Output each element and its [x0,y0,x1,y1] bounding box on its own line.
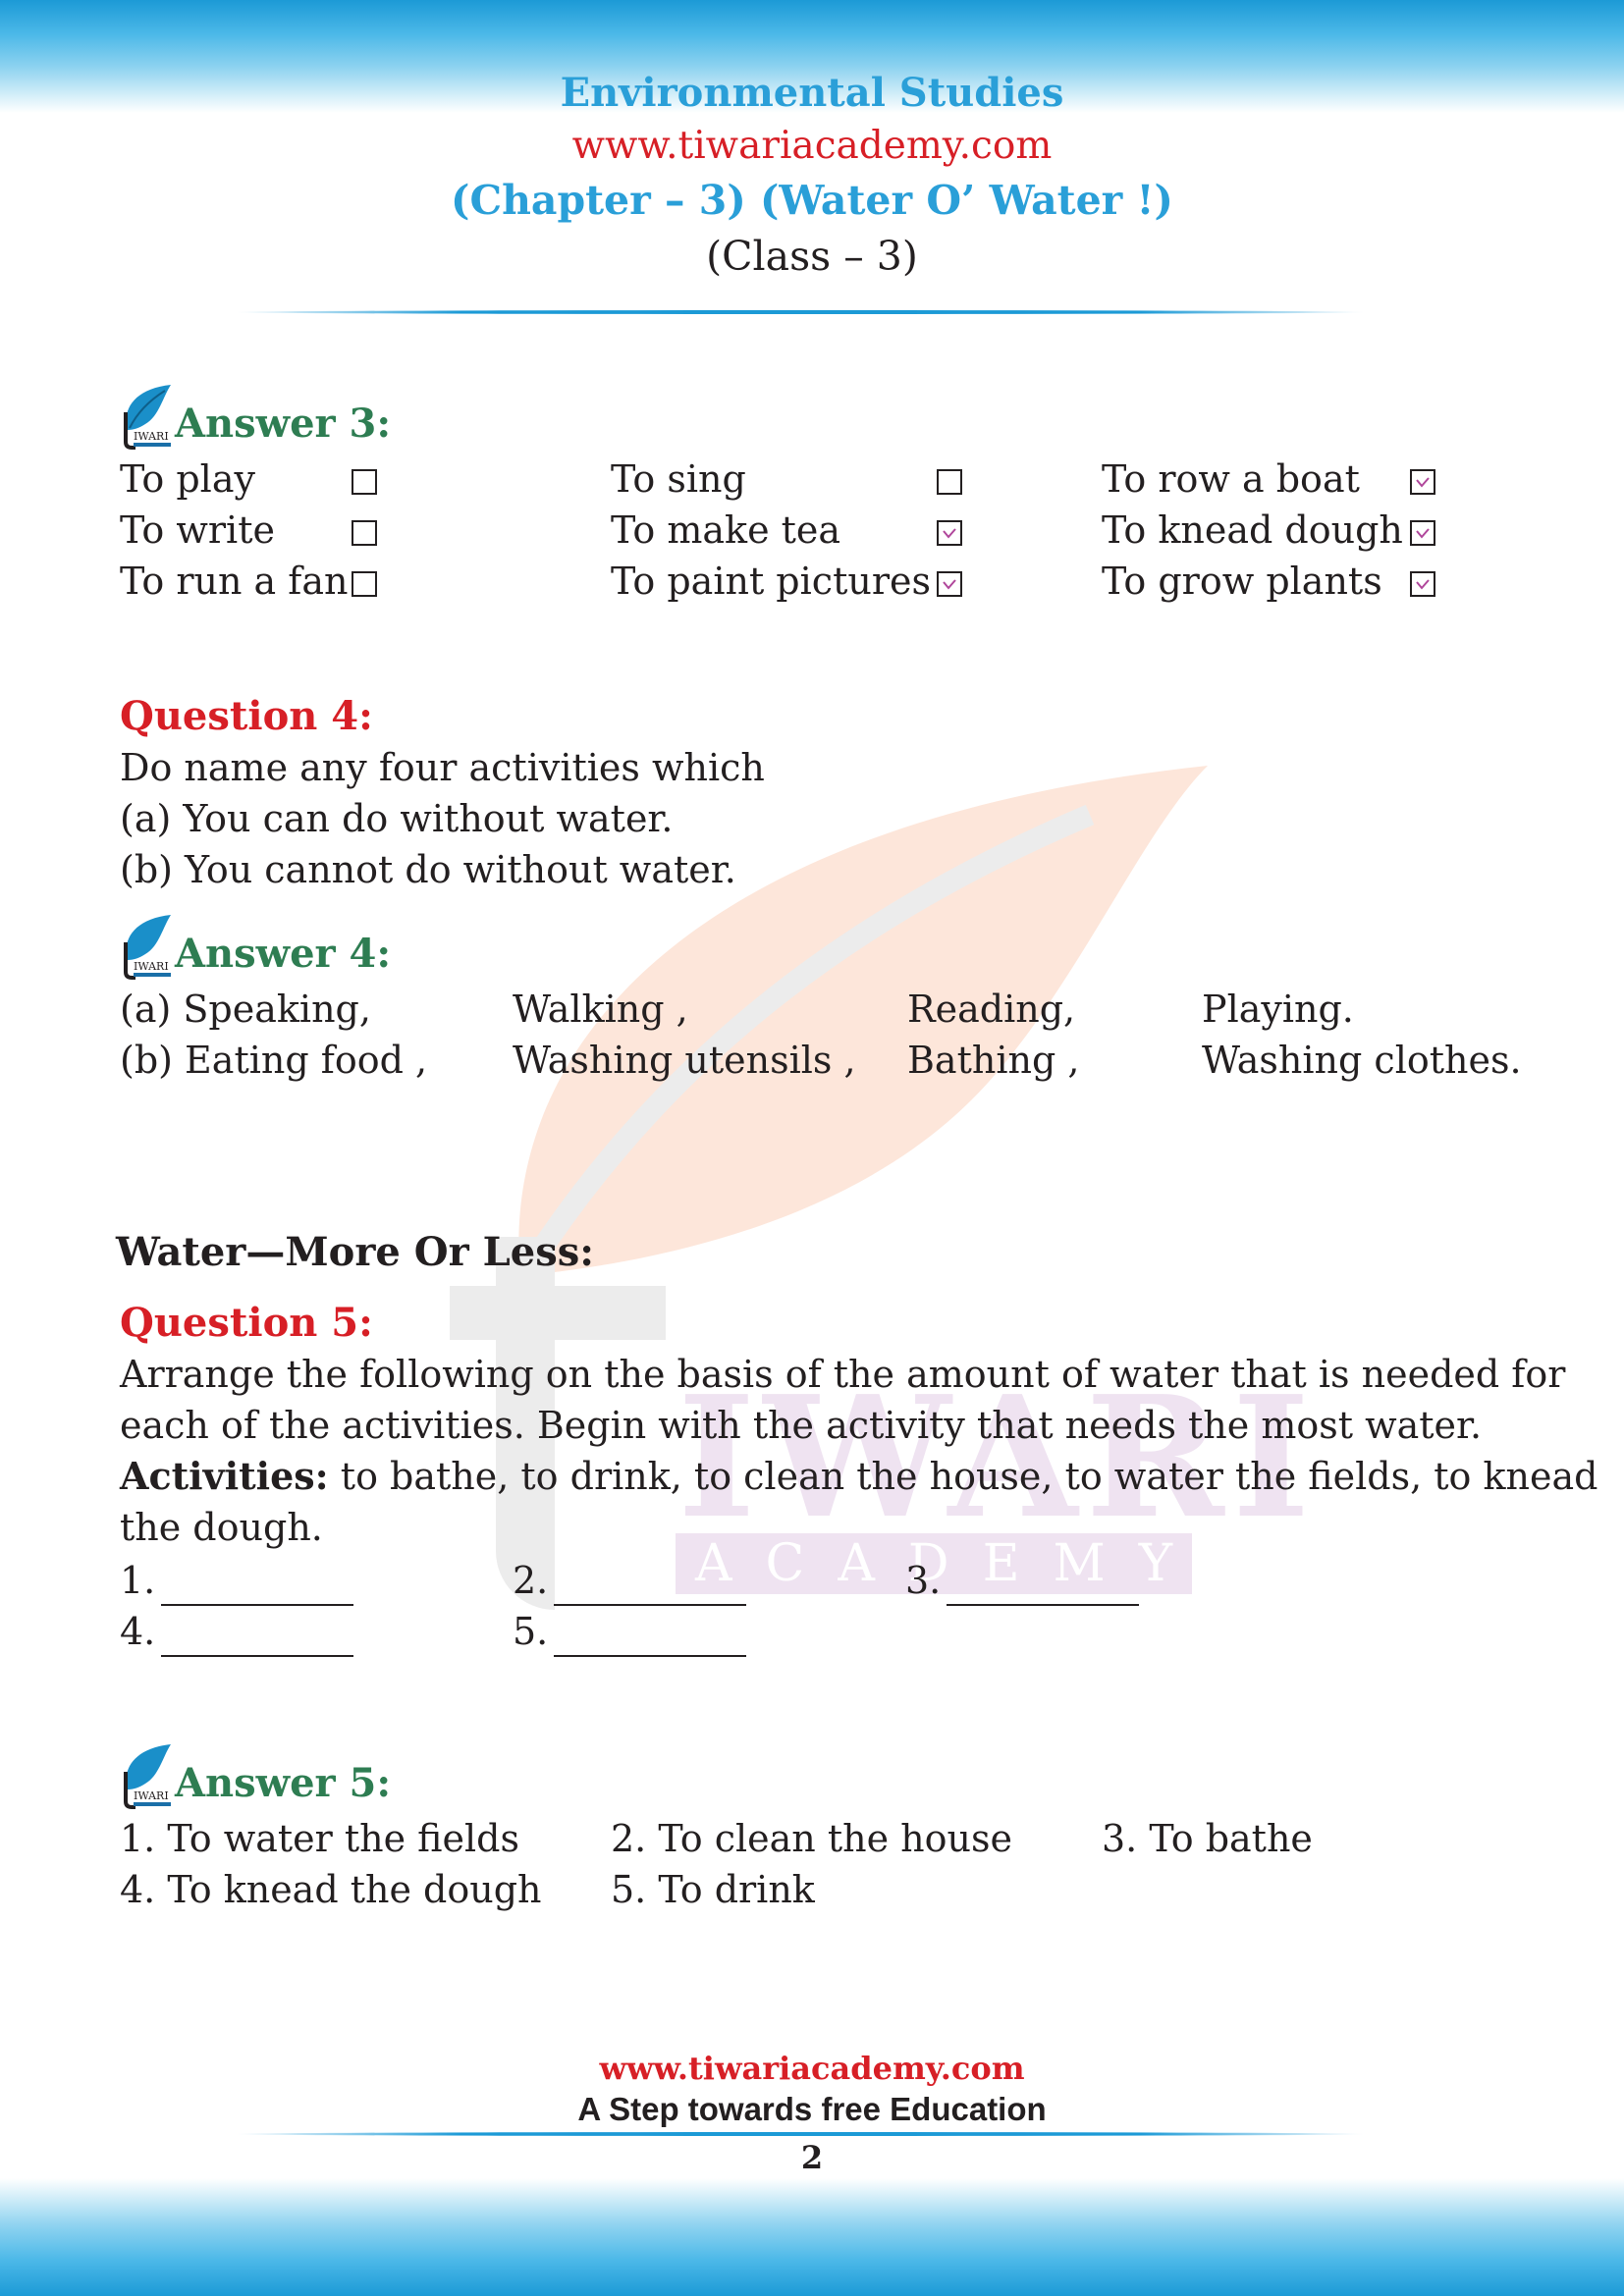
blank-number: 5. [513,1610,549,1653]
answer-4-heading: IWARI Answer 4: [116,913,391,980]
activity-checkbox[interactable] [937,469,962,495]
activity-label: To run a fan [120,560,349,603]
document-header: Environmental Studies www.tiwariacademy.… [0,67,1624,285]
question-4-block: Question 4: Do name any four activities … [120,691,765,895]
chapter-title: (Chapter – 3) (Water O’ Water !) [451,177,1173,224]
activity-label: To paint pictures [611,560,931,603]
tiwari-logo-icon: IWARI [124,915,171,980]
activities-text: to bathe, to drink, to clean the house, … [328,1455,1598,1498]
question-5-title: Question 5: [120,1300,373,1346]
question-5-activities: Activities: to bathe, to drink, to clean… [120,1451,1597,1502]
class-label: (Class – 3) [706,233,918,280]
svg-text:IWARI: IWARI [134,1789,169,1802]
question-5-line: each of the activities. Begin with the a… [120,1404,1483,1447]
activity-label: To row a boat [1102,457,1360,501]
question-4-line: (b) You cannot do without water. [120,848,736,891]
svg-text:IWARI: IWARI [134,960,169,973]
blank-number: 2. [513,1559,549,1602]
footer-divider [236,2132,1365,2136]
blank-line[interactable] [947,1571,1140,1606]
blank-line[interactable] [554,1622,747,1657]
question-5-activities-cont: the dough. [120,1506,323,1549]
activity-checkbox[interactable] [1410,469,1435,495]
activities-label: Activities: [120,1454,329,1498]
activity-checkbox[interactable] [352,520,377,546]
section-title: Water—More Or Less: [116,1229,594,1275]
question-5-block: Question 5: Arrange the following on the… [120,1298,1597,1553]
activity-label: To write [120,508,275,552]
answer-3-heading: IWARI Answer 3: [116,383,391,450]
footer-url-link[interactable]: www.tiwariacademy.com [0,2049,1624,2088]
tiwari-logo-icon: IWARI [124,1744,171,1809]
question-5-line: Arrange the following on the basis of th… [120,1353,1566,1396]
header-divider [236,310,1365,314]
activity-checkbox[interactable] [1410,571,1435,597]
activity-checkbox[interactable] [352,571,377,597]
answer-4-cell: (b) Eating food , [120,1039,428,1082]
answer-4-cell: Reading, [907,988,1076,1031]
answer-5-title: Answer 5: [175,1760,392,1806]
answer-5-item: 3. To bathe [1102,1817,1313,1860]
blank-line[interactable] [161,1622,354,1657]
answer-5-heading: IWARI Answer 5: [116,1742,391,1809]
answer-5-item: 5. To drink [611,1868,815,1911]
check-mark-icon [943,528,956,539]
question-4-line: Do name any four activities which [120,746,765,789]
answer-5-item: 2. To clean the house [611,1817,1012,1860]
blank-number: 3. [905,1559,942,1602]
blank-line[interactable] [554,1571,747,1606]
question-4-title: Question 4: [120,693,373,739]
answer-4-cell: Playing. [1202,988,1354,1031]
page-number: 2 [800,2139,824,2176]
footer-gradient-band [0,2178,1624,2296]
header-url-link[interactable]: www.tiwariacademy.com [0,120,1624,173]
answer-3-title: Answer 3: [175,400,392,447]
answer-4-cell: Bathing , [907,1039,1080,1082]
check-mark-icon [1416,477,1430,488]
activity-checkbox[interactable] [1410,520,1435,546]
blank-line[interactable] [161,1571,354,1606]
answer-4-cell: Washing utensils , [513,1039,856,1082]
answer-4-cell: Walking , [513,988,688,1031]
svg-text:IWARI: IWARI [134,430,169,443]
blank-item[interactable]: 2. [513,1555,747,1606]
blank-number: 1. [120,1559,156,1602]
activity-label: To grow plants [1102,560,1382,603]
check-mark-icon [943,579,956,590]
check-mark-icon [1416,528,1430,539]
answer-5-item: 4. To knead the dough [120,1868,542,1911]
footer-tagline: A Step towards free Education [577,2091,1047,2127]
activity-label: To play [120,457,255,501]
blank-item[interactable]: 1. [120,1555,354,1606]
blank-number: 4. [120,1610,156,1653]
question-4-line: (a) You can do without water. [120,797,674,840]
activity-label: To knead dough [1102,508,1403,552]
activity-checkbox[interactable] [937,520,962,546]
answer-4-cell: Washing clothes. [1202,1039,1522,1082]
activity-checkbox[interactable] [352,469,377,495]
blank-item[interactable]: 3. [905,1555,1140,1606]
activity-checkbox[interactable] [937,571,962,597]
activity-label: To make tea [611,508,841,552]
answer-4-cell: (a) Speaking, [120,988,371,1031]
answer-5-item: 1. To water the fields [120,1817,519,1860]
blank-item[interactable]: 5. [513,1606,747,1657]
activity-label: To sing [611,457,746,501]
subject-title: Environmental Studies [560,70,1064,116]
check-mark-icon [1416,579,1430,590]
answer-4-title: Answer 4: [175,931,392,977]
tiwari-logo-icon: IWARI [124,385,171,450]
blank-item[interactable]: 4. [120,1606,354,1657]
